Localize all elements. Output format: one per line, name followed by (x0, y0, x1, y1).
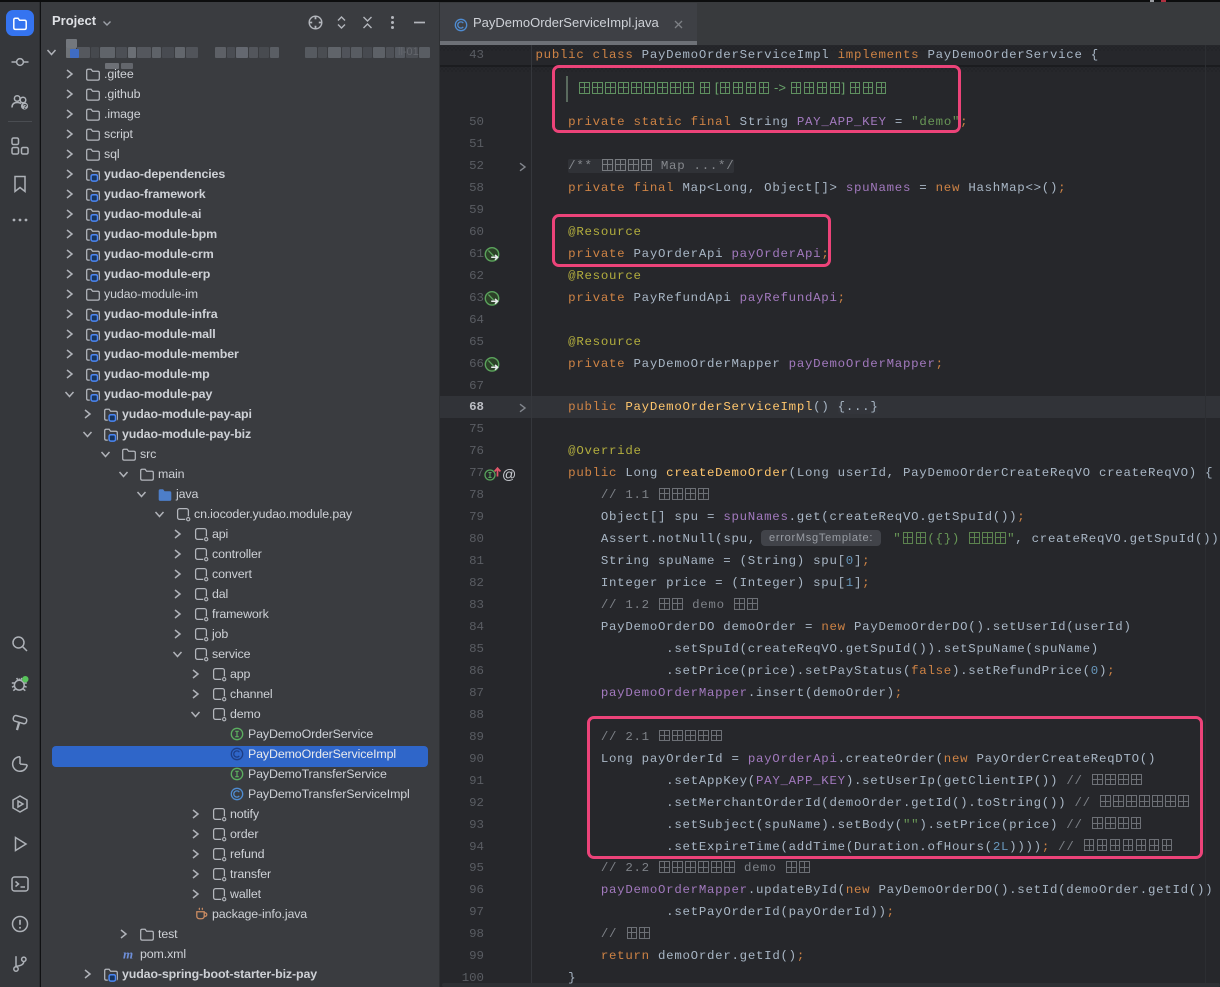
svg-text:?: ? (23, 102, 28, 111)
svg-text:@: @ (502, 466, 516, 482)
